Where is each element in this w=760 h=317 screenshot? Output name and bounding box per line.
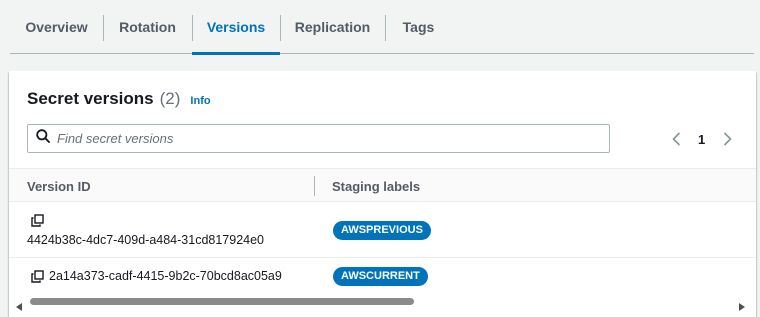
copy-icon[interactable] [31,214,44,232]
version-count: (2) [159,89,181,108]
tab-rotation[interactable]: Rotation [103,0,192,53]
chevron-right-icon[interactable] [720,129,734,149]
tab-tags[interactable]: Tags [385,0,452,53]
secret-versions-panel: Secret versions (2) Info 1 Version ID St… [9,71,756,317]
column-header-staging-labels[interactable]: Staging labels [332,179,420,194]
column-divider[interactable] [314,176,315,196]
table-header: Version ID Staging labels [9,168,756,202]
staging-label-badge: AWSCURRENT [333,267,428,286]
pagination: 1 [669,127,734,151]
search-field[interactable] [27,124,610,153]
tab-versions[interactable]: Versions [192,0,280,55]
table-row: 2a14a373-cadf-4415-9b2c-70bcd8ac05a9 AWS… [9,258,756,296]
scroll-left-icon[interactable] [16,298,23,316]
scrollbar-thumb[interactable] [30,298,414,305]
version-id: 4424b38c-4dc7-409d-a484-31cd817924e0 [27,233,265,247]
tab-overview[interactable]: Overview [10,0,103,53]
copy-icon[interactable] [31,270,44,288]
version-id: 2a14a373-cadf-4415-9b2c-70bcd8ac05a9 [49,269,282,283]
horizontal-scrollbar[interactable] [9,296,756,311]
search-icon [28,129,50,148]
panel-title: Secret versions [27,89,154,108]
search-input[interactable] [57,131,577,146]
info-link[interactable]: Info [190,95,210,107]
scroll-right-icon[interactable] [738,298,745,316]
tab-bar: Overview Rotation Versions Replication T… [10,0,754,55]
panel-header: Secret versions (2) Info [27,89,211,109]
chevron-left-icon[interactable] [669,129,683,149]
column-header-version-id[interactable]: Version ID [27,179,91,194]
table-row: 4424b38c-4dc7-409d-a484-31cd817924e0 AWS… [9,202,756,258]
tab-replication[interactable]: Replication [280,0,385,53]
staging-label-badge: AWSPREVIOUS [333,221,431,240]
page-number[interactable]: 1 [698,132,705,147]
